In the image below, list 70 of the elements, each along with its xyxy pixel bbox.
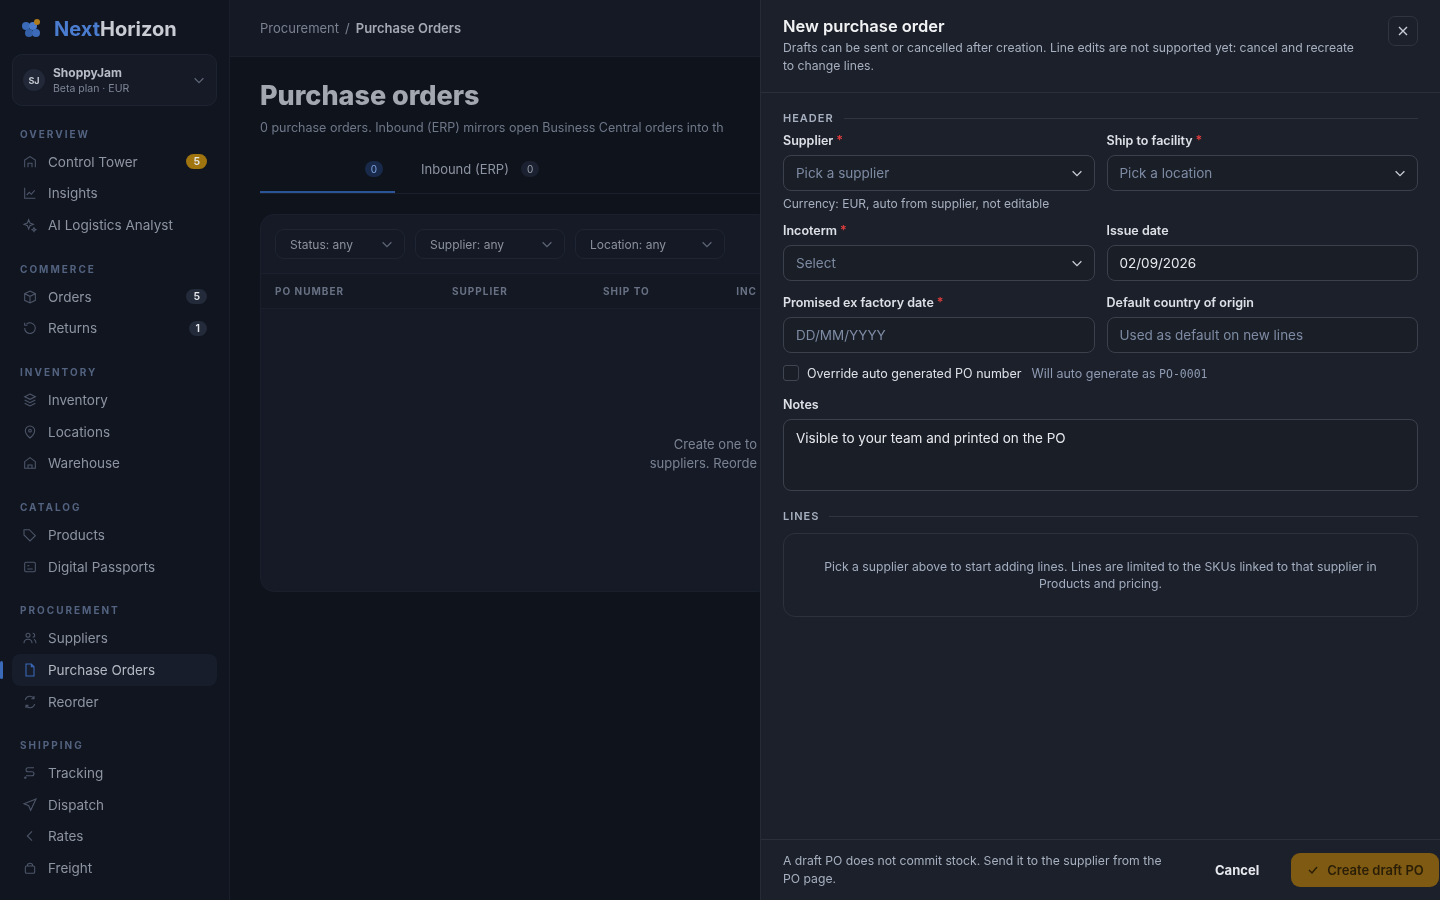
- sidebar-item[interactable]: Inventory: [12, 384, 217, 416]
- section-heading: CATALOG: [20, 501, 83, 514]
- tab[interactable]: 0: [260, 161, 395, 193]
- field-label: Supplier *: [783, 133, 845, 148]
- input-field[interactable]: 02/09/2026: [1106, 245, 1418, 281]
- page-title: Purchase orders: [260, 79, 481, 112]
- sidebar-item[interactable]: Products: [12, 519, 217, 551]
- section-heading: HEADER: [783, 111, 1418, 125]
- breadcrumb-separator: /: [345, 20, 350, 36]
- tab[interactable]: Inbound (ERP) 0: [409, 161, 552, 193]
- cancel-button[interactable]: Cancel: [1203, 854, 1272, 886]
- column-header: PO NUMBER: [275, 285, 346, 297]
- sidebar-item[interactable]: Insights: [12, 177, 217, 210]
- drawer-description: Drafts can be sent or cancelled after creation. Line edits are not supported yet: cancel and recreate to change lines.: [783, 39, 1355, 75]
- filter-dropdown[interactable]: Location: any: [575, 229, 725, 259]
- empty-state-text: Create one to: [673, 435, 757, 454]
- sidebar-item[interactable]: Reorder: [12, 685, 217, 718]
- column-header: SUPPLIER: [451, 285, 509, 297]
- drawer-title: New purchase order: [783, 16, 946, 36]
- section-heading: SHIPPING: [20, 739, 85, 752]
- sidebar-item[interactable]: Warehouse: [12, 447, 217, 480]
- sidebar-item[interactable]: Suppliers: [12, 622, 217, 655]
- sidebar-item[interactable]: Digital Passports: [12, 550, 217, 583]
- field-hint: Currency: EUR, auto from supplier, not editable: [783, 196, 1051, 211]
- sidebar-item[interactable]: Dispatch: [12, 788, 217, 821]
- section-heading: INVENTORY: [20, 366, 99, 379]
- section-heading: OVERVIEW: [20, 128, 91, 140]
- sidebar-item[interactable]: Orders 5: [12, 280, 217, 313]
- sidebar-item[interactable]: Tracking: [12, 757, 217, 789]
- filter-dropdown[interactable]: Supplier: any: [415, 229, 565, 259]
- field-label: Incoterm *: [783, 223, 848, 238]
- field-label: Ship to facility *: [1106, 133, 1204, 148]
- sidebar-item[interactable]: AI Logistics Analyst: [12, 209, 217, 241]
- count-badge: 5: [186, 154, 207, 170]
- field-label: Notes: [783, 397, 820, 412]
- workspace-plan: Beta plan · EUR: [53, 82, 131, 95]
- page-subtitle: 0 purchase orders. Inbound (ERP) mirrors open Business Central orders into th: [260, 120, 725, 135]
- count-badge: 1: [188, 320, 207, 336]
- checkbox-label: Override auto generated PO number: [807, 365, 1022, 381]
- workspace-avatar: SJ: [23, 69, 45, 91]
- section-heading: PROCUREMENT: [20, 604, 121, 617]
- field-label: Promised ex factory date *: [783, 295, 945, 310]
- workspace-name: ShoppyJam: [53, 65, 123, 80]
- column-header: SHIP TO: [603, 285, 651, 297]
- breadcrumb-link[interactable]: Purchase Orders: [355, 20, 462, 36]
- empty-state-text: suppliers. Reorde: [649, 454, 757, 473]
- breadcrumb-link[interactable]: Procurement: [260, 20, 340, 36]
- notes-textarea[interactable]: Visible to your team and printed on the PO: [783, 419, 1418, 491]
- select-field[interactable]: Select: [783, 245, 1095, 281]
- count-badge: 5: [186, 289, 207, 305]
- brand-name: NextHorizon: [54, 17, 177, 41]
- input-field[interactable]: Used as default on new lines: [1106, 317, 1418, 353]
- sidebar-item[interactable]: Rates: [12, 820, 217, 853]
- sidebar-item[interactable]: Returns 1: [12, 312, 217, 345]
- input-field[interactable]: DD/MM/YYYY: [783, 317, 1095, 353]
- filter-dropdown[interactable]: Status: any: [275, 229, 405, 259]
- select-field[interactable]: Pick a location: [1106, 155, 1418, 191]
- sidebar-item[interactable]: Freight: [12, 852, 217, 884]
- column-header: INC: [736, 285, 757, 297]
- section-heading: COMMERCE: [20, 262, 97, 275]
- footer-note: A draft PO does not commit stock. Send it to the supplier from the PO page.: [783, 852, 1163, 888]
- field-label: Issue date: [1106, 223, 1170, 238]
- lines-empty-state: Pick a supplier above to start adding lines. Lines are limited to the SKUs linked to that supplier in Products and pricing.: [783, 533, 1418, 617]
- select-field[interactable]: Pick a supplier: [783, 155, 1095, 191]
- workspace-switcher[interactable]: SJ ShoppyJam Beta plan · EUR: [12, 54, 217, 106]
- section-heading: LINES: [783, 509, 1418, 523]
- sidebar-item[interactable]: Locations: [12, 415, 217, 448]
- po-number-note: Will auto generate as PO-0001: [1031, 365, 1208, 381]
- field-label: Default country of origin: [1106, 295, 1255, 310]
- sidebar-item[interactable]: Control Tower 5: [12, 146, 217, 178]
